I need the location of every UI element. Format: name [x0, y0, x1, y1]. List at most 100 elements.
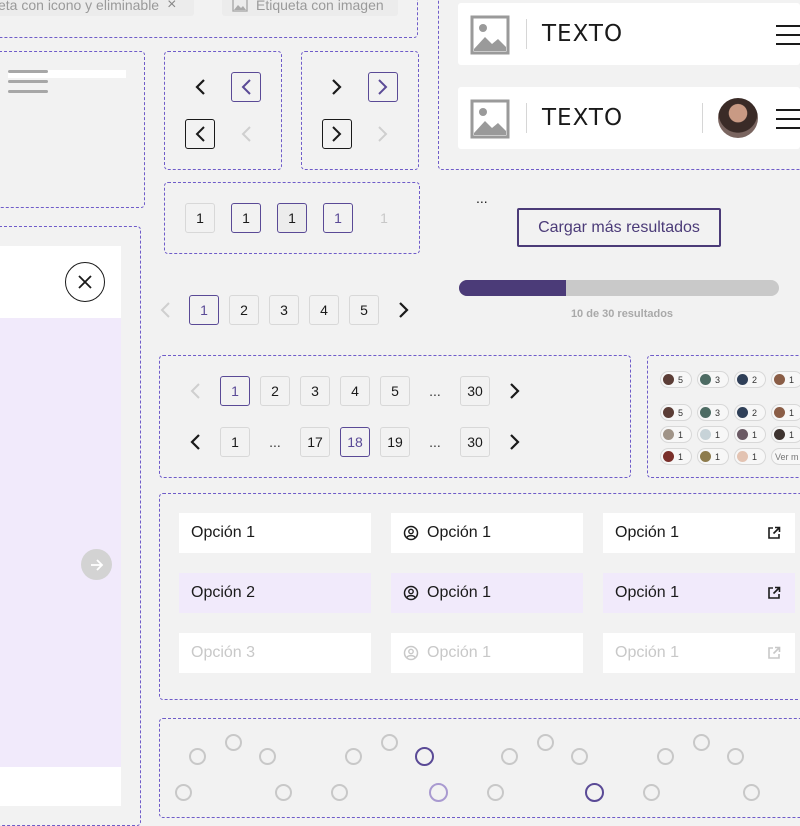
- modal-body: [0, 318, 121, 767]
- page-box-focus[interactable]: 1: [323, 203, 353, 233]
- avatar: [737, 429, 748, 440]
- pagination-page[interactable]: 5: [380, 376, 410, 406]
- pagination-page[interactable]: 1: [220, 427, 250, 457]
- see-more-chip[interactable]: Ver m: [771, 448, 800, 465]
- reaction-chip[interactable]: 1: [734, 448, 766, 465]
- pagination-page[interactable]: 17: [300, 427, 330, 457]
- reaction-chip[interactable]: 2: [734, 404, 766, 421]
- pagination-next-button[interactable]: [389, 295, 419, 325]
- external-link-icon: [768, 526, 781, 539]
- reaction-chip[interactable]: 1: [771, 426, 800, 443]
- radio-dot[interactable]: [501, 748, 518, 765]
- prev-arrow-button-hover[interactable]: [231, 72, 261, 102]
- reaction-chip[interactable]: 1: [697, 426, 729, 443]
- pagination-page[interactable]: 2: [229, 295, 259, 325]
- removable-chip[interactable]: eta con icono y eliminable ×: [0, 0, 194, 16]
- radio-dot-active[interactable]: [429, 783, 448, 802]
- radio-dot[interactable]: [345, 748, 362, 765]
- carousel-next-button[interactable]: [81, 549, 112, 580]
- radio-dot[interactable]: [743, 784, 760, 801]
- reaction-chip[interactable]: 5: [660, 371, 692, 388]
- prev-arrow-button[interactable]: [185, 72, 215, 102]
- option-item[interactable]: Opción 1: [179, 513, 371, 553]
- avatar: [774, 407, 785, 418]
- page-box-default[interactable]: 1: [185, 203, 215, 233]
- image-placeholder-icon: [470, 15, 510, 55]
- next-arrow-button-focus[interactable]: [322, 119, 352, 149]
- menu-icon[interactable]: [776, 109, 800, 136]
- reaction-chip[interactable]: 1: [734, 426, 766, 443]
- radio-dot[interactable]: [727, 748, 744, 765]
- reaction-chip[interactable]: 3: [697, 404, 729, 421]
- close-button[interactable]: [65, 262, 105, 302]
- reaction-chip[interactable]: 5: [660, 404, 692, 421]
- reaction-chip[interactable]: 1: [697, 448, 729, 465]
- pagination-page[interactable]: 1: [220, 376, 250, 406]
- menu-icon[interactable]: [776, 25, 800, 52]
- radio-dot[interactable]: [275, 784, 292, 801]
- next-arrow-button-hover[interactable]: [368, 72, 398, 102]
- user-icon: [403, 525, 419, 541]
- prev-arrow-button-focus[interactable]: [185, 119, 215, 149]
- pagination-next-button[interactable]: [500, 427, 530, 457]
- pagination-page[interactable]: 4: [340, 376, 370, 406]
- user-icon: [403, 645, 419, 661]
- radio-dot[interactable]: [487, 784, 504, 801]
- pagination-page[interactable]: 2: [260, 376, 290, 406]
- navbar-with-avatar: TEXTO: [458, 87, 800, 149]
- reaction-chip[interactable]: 2: [734, 371, 766, 388]
- radio-dot[interactable]: [225, 734, 242, 751]
- radio-dot[interactable]: [381, 734, 398, 751]
- user-icon: [403, 585, 419, 601]
- reaction-chip[interactable]: 3: [697, 371, 729, 388]
- radio-dot[interactable]: [693, 734, 710, 751]
- radio-dot-active[interactable]: [415, 747, 434, 766]
- radio-dot-active[interactable]: [585, 783, 604, 802]
- pagination-page[interactable]: 30: [460, 427, 490, 457]
- progress-bar: [459, 280, 779, 296]
- pagination-frame: [159, 355, 631, 478]
- pagination-next-button[interactable]: [500, 376, 530, 406]
- radio-dot[interactable]: [175, 784, 192, 801]
- radio-dot[interactable]: [331, 784, 348, 801]
- progress-text: 10 de 30 resultados: [570, 308, 674, 320]
- pagination-page[interactable]: 19: [380, 427, 410, 457]
- next-arrow-button[interactable]: [322, 72, 352, 102]
- avatar: [700, 407, 711, 418]
- avatar: [774, 374, 785, 385]
- option-item-with-icon-selected[interactable]: Opción 1: [391, 573, 583, 613]
- page-box-selected[interactable]: 1: [231, 203, 261, 233]
- option-item-with-icon[interactable]: Opción 1: [391, 513, 583, 553]
- radio-dot[interactable]: [189, 748, 206, 765]
- pagination-page[interactable]: 3: [269, 295, 299, 325]
- avatar: [663, 429, 674, 440]
- page-box-hover[interactable]: 1: [277, 203, 307, 233]
- close-icon[interactable]: ×: [167, 0, 176, 14]
- radio-dot[interactable]: [537, 734, 554, 751]
- image-chip[interactable]: Etiqueta con imagen: [222, 0, 398, 16]
- reaction-chip[interactable]: 1: [771, 404, 800, 421]
- pagination-page[interactable]: 3: [300, 376, 330, 406]
- divider: [526, 19, 527, 49]
- load-more-button[interactable]: Cargar más resultados: [517, 208, 721, 247]
- reaction-chip[interactable]: 1: [771, 371, 800, 388]
- pagination-page[interactable]: 4: [309, 295, 339, 325]
- pagination-page[interactable]: 1: [189, 295, 219, 325]
- radio-dot[interactable]: [643, 784, 660, 801]
- pagination-page[interactable]: 30: [460, 376, 490, 406]
- pagination-prev-button[interactable]: [180, 427, 210, 457]
- radio-dot[interactable]: [657, 748, 674, 765]
- navbar-text: TEXTO: [542, 105, 624, 131]
- option-item-selected[interactable]: Opción 2: [179, 573, 371, 613]
- option-item-external[interactable]: Opción 1: [603, 513, 795, 553]
- reaction-chip[interactable]: 1: [660, 448, 692, 465]
- avatar[interactable]: [718, 98, 758, 138]
- external-link-icon: [768, 586, 781, 599]
- pagination-page[interactable]: 18: [340, 427, 370, 457]
- reaction-chip[interactable]: 1: [660, 426, 692, 443]
- radio-dot[interactable]: [571, 748, 588, 765]
- radio-dot[interactable]: [259, 748, 276, 765]
- slider-handle[interactable]: [8, 70, 48, 73]
- pagination-page[interactable]: 5: [349, 295, 379, 325]
- option-item-external-selected[interactable]: Opción 1: [603, 573, 795, 613]
